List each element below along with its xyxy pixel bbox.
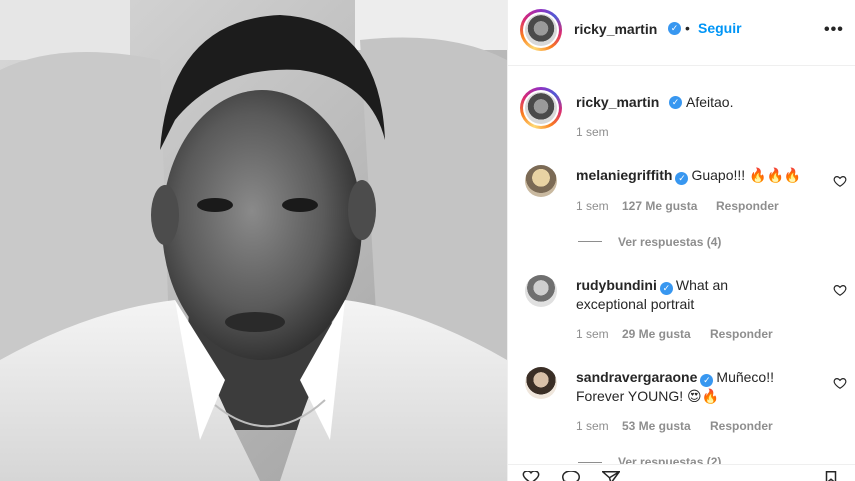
reply-button[interactable]: Responder xyxy=(710,419,773,433)
verified-icon: ✓ xyxy=(668,22,681,35)
verified-icon: ✓ xyxy=(659,282,673,295)
commenter-username[interactable]: sandravergaraone xyxy=(576,369,697,385)
verified-icon: ✓ xyxy=(675,172,689,185)
comment-body: rudybundini ✓ What an exceptional portrait xyxy=(576,276,766,313)
caption-text: Afeitao. xyxy=(686,94,734,110)
like-icon[interactable] xyxy=(522,471,540,481)
commenter-username[interactable]: melaniegriffith xyxy=(576,167,672,183)
comments-panel: ricky_martin ✓ • Seguir ••• ricky_martin… xyxy=(507,0,855,481)
replies-divider xyxy=(578,241,602,242)
post-header: ricky_martin ✓ • Seguir ••• xyxy=(508,0,855,66)
comment-likes[interactable]: 29 Me gusta xyxy=(622,327,691,341)
comment-likes[interactable]: 53 Me gusta xyxy=(622,419,691,433)
follow-button[interactable]: Seguir xyxy=(698,20,742,36)
comment-likes[interactable]: 127 Me gusta xyxy=(622,199,697,213)
commenter-username[interactable]: rudybundini xyxy=(576,277,657,293)
caption-timestamp[interactable]: 1 sem xyxy=(576,125,609,139)
commenter-avatar[interactable] xyxy=(525,275,557,307)
comment-timestamp[interactable]: 1 sem xyxy=(576,419,609,433)
more-options-icon[interactable]: ••• xyxy=(824,21,844,39)
comment-body: sandravergaraone ✓ Muñeco!! Forever YOUNG!… xyxy=(576,368,806,405)
caption-author-avatar[interactable] xyxy=(520,87,562,129)
like-heart-icon[interactable] xyxy=(833,283,847,297)
comment-text: Guapo!!! 🔥🔥🔥 xyxy=(691,167,802,183)
verified-icon: ✓ xyxy=(700,374,714,387)
reply-button[interactable]: Responder xyxy=(710,327,773,341)
verified-icon: ✓ xyxy=(669,96,682,109)
caption-author-username[interactable]: ricky_martin xyxy=(576,94,659,110)
reply-button[interactable]: Responder xyxy=(716,199,779,213)
like-heart-icon[interactable] xyxy=(833,174,847,188)
author-avatar[interactable] xyxy=(520,9,562,51)
portrait-image xyxy=(0,0,507,481)
commenter-avatar[interactable] xyxy=(525,367,557,399)
action-bar xyxy=(508,464,855,481)
comment-body: melaniegriffith ✓ Guapo!!! 🔥🔥🔥 xyxy=(576,166,816,185)
commenter-avatar[interactable] xyxy=(525,165,557,197)
replies-divider xyxy=(578,462,602,463)
save-bookmark-icon[interactable] xyxy=(823,471,839,481)
author-username[interactable]: ricky_martin xyxy=(574,21,657,37)
separator-dot: • xyxy=(685,20,690,36)
comment-timestamp[interactable]: 1 sem xyxy=(576,327,609,341)
comment-timestamp[interactable]: 1 sem xyxy=(576,199,609,213)
post-photo[interactable] xyxy=(0,0,507,481)
comment-icon[interactable] xyxy=(562,471,580,481)
share-icon[interactable] xyxy=(602,471,620,481)
view-replies-button[interactable]: Ver respuestas (4) xyxy=(618,235,721,249)
like-heart-icon[interactable] xyxy=(833,376,847,390)
